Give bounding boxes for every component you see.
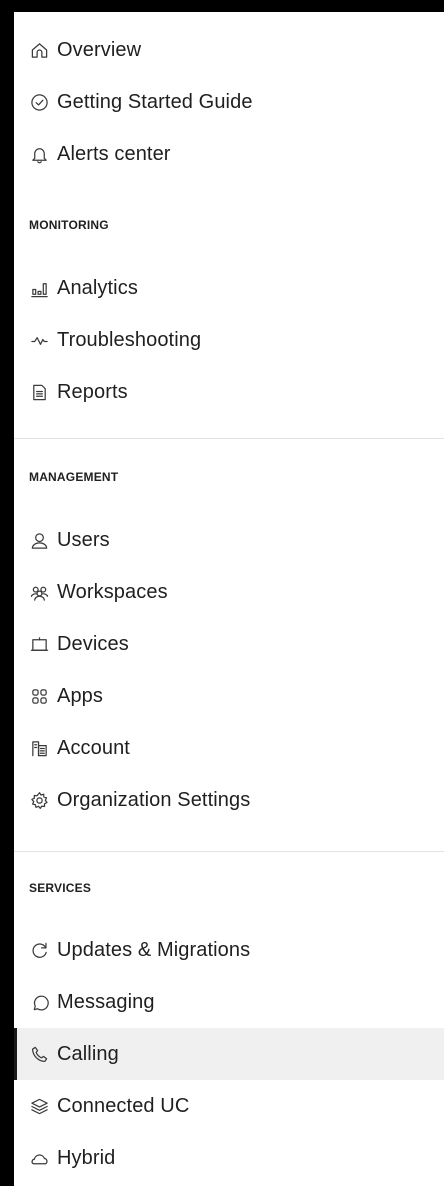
sidebar-item-label: Messaging <box>57 990 155 1013</box>
sidebar-item-users[interactable]: Users <box>14 514 444 566</box>
sidebar-item-label: Account <box>57 736 130 759</box>
sidebar-item-label: Workspaces <box>57 580 168 603</box>
sidebar-item-label: Organization Settings <box>57 788 251 811</box>
refresh-icon <box>29 940 49 960</box>
user-icon <box>29 530 49 550</box>
home-icon <box>29 40 49 60</box>
sidebar-item-troubleshooting[interactable]: Troubleshooting <box>14 314 444 366</box>
sidebar-item-label: Apps <box>57 684 103 707</box>
layers-icon <box>29 1096 49 1116</box>
sidebar-item-calling[interactable]: Calling <box>14 1028 444 1080</box>
bell-icon <box>29 144 49 164</box>
sidebar-item-label: Alerts center <box>57 142 171 165</box>
sidebar-item-label: Troubleshooting <box>57 328 202 351</box>
section-heading-monitoring: MONITORING <box>29 218 109 232</box>
people-group-icon <box>29 582 49 602</box>
sidebar-item-label: Overview <box>57 38 142 61</box>
sidebar-item-connected-uc[interactable]: Connected UC <box>14 1080 444 1132</box>
sidebar-item-label: Hybrid <box>57 1146 116 1169</box>
sidebar-item-organization-settings[interactable]: Organization Settings <box>14 774 444 826</box>
sidebar-item-workspaces[interactable]: Workspaces <box>14 566 444 618</box>
account-building-icon <box>29 738 49 758</box>
bar-chart-icon <box>29 278 49 298</box>
sidebar-item-label: Devices <box>57 632 129 655</box>
sidebar-item-hybrid[interactable]: Hybrid <box>14 1132 444 1184</box>
section-heading-management: MANAGEMENT <box>29 470 119 484</box>
sidebar-item-devices[interactable]: Devices <box>14 618 444 670</box>
sidebar-item-label: Getting Started Guide <box>57 90 253 113</box>
check-circle-icon <box>29 92 49 112</box>
sidebar-item-apps[interactable]: Apps <box>14 670 444 722</box>
phone-icon <box>29 1044 49 1064</box>
window-frame-left <box>0 0 14 1186</box>
document-icon <box>29 382 49 402</box>
window-frame-top <box>0 0 444 12</box>
sidebar-item-messaging[interactable]: Messaging <box>14 976 444 1028</box>
sidebar-item-getting-started-guide[interactable]: Getting Started Guide <box>14 76 444 128</box>
section-divider <box>14 851 444 852</box>
sidebar-item-label: Users <box>57 528 110 551</box>
sidebar-item-reports[interactable]: Reports <box>14 366 444 418</box>
sidebar-item-label: Reports <box>57 380 128 403</box>
sidebar-item-analytics[interactable]: Analytics <box>14 262 444 314</box>
gear-icon <box>29 790 49 810</box>
sidebar-item-overview[interactable]: Overview <box>14 24 444 76</box>
sidebar-item-updates-migrations[interactable]: Updates & Migrations <box>14 924 444 976</box>
section-divider <box>14 438 444 439</box>
sidebar-item-label: Calling <box>57 1042 119 1065</box>
device-icon <box>29 634 49 654</box>
sidebar-item-alerts-center[interactable]: Alerts center <box>14 128 444 180</box>
sidebar-item-label: Analytics <box>57 276 138 299</box>
sidebar-item-label: Connected UC <box>57 1094 190 1117</box>
cloud-icon <box>29 1148 49 1168</box>
section-heading-services: SERVICES <box>29 881 92 895</box>
sidebar-item-account[interactable]: Account <box>14 722 444 774</box>
sidebar-item-label: Updates & Migrations <box>57 938 251 961</box>
apps-grid-icon <box>29 686 49 706</box>
pulse-icon <box>29 330 49 350</box>
chat-bubble-icon <box>29 992 49 1012</box>
